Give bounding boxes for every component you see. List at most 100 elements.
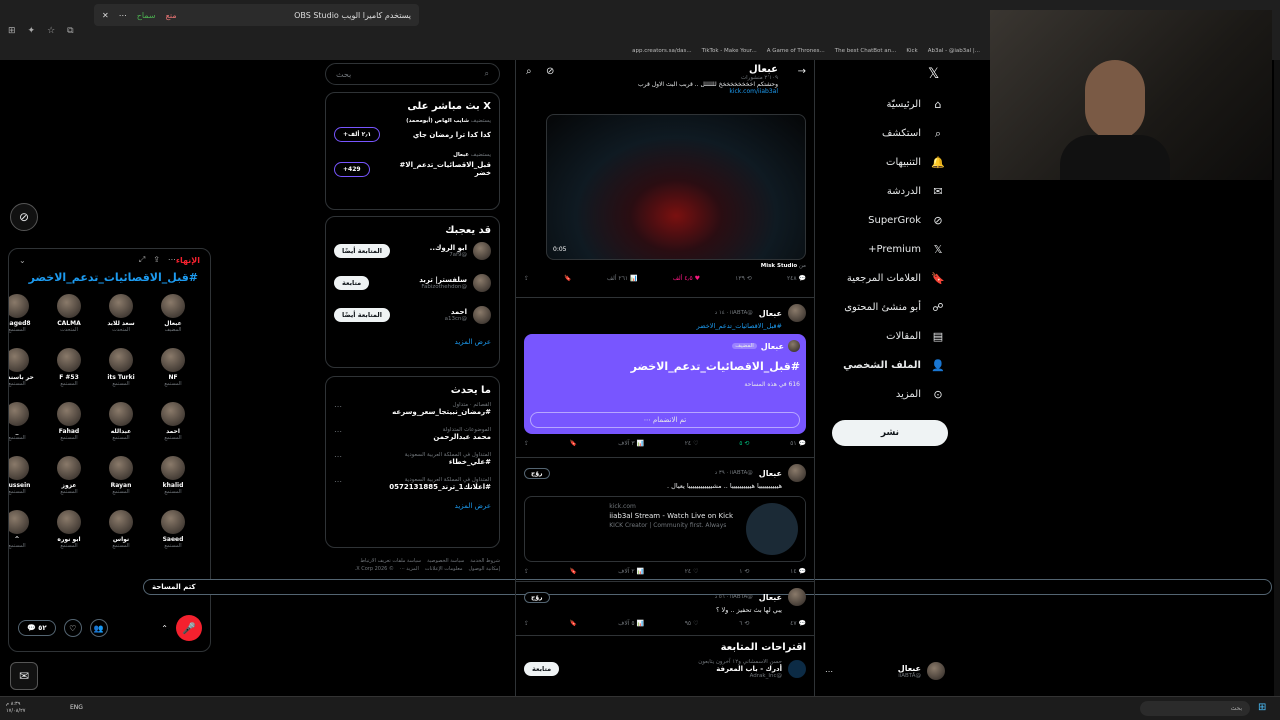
- hashtag-link[interactable]: #قبل_الاقصائيات_تدعم_الاخضر: [524, 322, 782, 330]
- bookmark[interactable]: A Game of Thrones...: [767, 48, 825, 54]
- live-item[interactable]: يستضيف عبعال قبل_الاقصائيات_تدعم_الا# خض…: [334, 152, 491, 177]
- grok-icon[interactable]: ⊘: [546, 66, 554, 77]
- nav-item[interactable]: ⌕ استكشف: [830, 119, 945, 148]
- like-button[interactable]: ♡ ٢٤: [685, 440, 699, 447]
- participant[interactable]: ابو نوره المستمع: [46, 510, 92, 560]
- participant[interactable]: Husseinالمستمع: [9, 456, 40, 506]
- scrollbar[interactable]: [1274, 60, 1280, 696]
- footer-link[interactable]: معلومات الإعلانات: [425, 566, 463, 572]
- more-icon[interactable]: ⋯: [334, 427, 342, 436]
- reply-button[interactable]: 💬 ٢٤٨: [787, 275, 806, 282]
- promote-button[interactable]: روّج: [524, 591, 550, 603]
- bookmark-icon[interactable]: 🔖: [570, 620, 577, 627]
- suggest-item[interactable]: حسن الاسمشاني و١٢ آخرون يتابعون أدرك - ب…: [524, 659, 806, 679]
- participant[interactable]: khalid المستمع: [150, 456, 196, 506]
- bookmark[interactable]: Ab3al - @iab3al |...: [928, 48, 980, 54]
- suggested-user[interactable]: ابو الروك.. @7af9 المتابعة أيضًا: [334, 242, 491, 260]
- comments-button[interactable]: 💬 ٥٢: [18, 620, 56, 636]
- tweet[interactable]: عبعال @iiABTA · ٣٩ د روّج هييييييييييا ه…: [516, 458, 814, 582]
- close-icon[interactable]: ✕: [102, 11, 109, 20]
- participant[interactable]: نواس المستمع: [98, 510, 144, 560]
- trend-item[interactable]: الموضوعات المتداولة محمد عبدالرحمن ⋯: [334, 427, 491, 441]
- reply-button[interactable]: 💬 ٤٧: [790, 620, 806, 627]
- post-button[interactable]: نشر: [832, 420, 948, 446]
- participant[interactable]: Rayan المستمع: [98, 456, 144, 506]
- share-icon[interactable]: ⇪: [524, 275, 529, 282]
- nav-item[interactable]: ⌂ الرئيسيّة: [830, 90, 945, 119]
- back-arrow-icon[interactable]: →: [798, 66, 806, 77]
- trend-item[interactable]: المتداول في المملكة العربية السعودية #اعل…: [334, 477, 491, 491]
- nav-item[interactable]: ▤ المقالات: [830, 322, 945, 351]
- more-icon[interactable]: ⋯: [334, 477, 342, 486]
- footer-link[interactable]: المزيد ···: [400, 566, 419, 572]
- participant[interactable]: Fahad المستمع: [46, 402, 92, 452]
- tweet-link[interactable]: kick.com/iiab3al: [526, 88, 778, 95]
- nav-item[interactable]: ☍ أبو منشئ المحتوى: [830, 293, 945, 322]
- participant[interactable]: حر باسندوةالمستمع: [9, 348, 40, 398]
- avatar[interactable]: [788, 588, 806, 606]
- block-button[interactable]: منع: [166, 11, 177, 20]
- nav-item[interactable]: 𝕏 Premium+: [830, 235, 945, 264]
- like-button[interactable]: ♡ ٩٥: [685, 620, 699, 627]
- reply-button[interactable]: 💬 ٥١: [790, 440, 806, 447]
- bookmark-icon[interactable]: 🔖: [564, 275, 571, 282]
- more-icon[interactable]: ⋯: [119, 11, 127, 20]
- joined-button[interactable]: تم الانضمام ⋯: [530, 412, 800, 428]
- collapse-icon[interactable]: ⌄: [19, 256, 26, 265]
- nav-item[interactable]: ✉ الدردشة: [830, 177, 945, 206]
- star-icon[interactable]: ☆: [47, 26, 55, 36]
- tweet[interactable]: عبعال @iiABTA · ١٤ د #قبل_الاقصائيات_تدع…: [516, 298, 814, 458]
- nav-item[interactable]: ⊘ SuperGrok: [830, 206, 945, 235]
- retweet-button[interactable]: ⟲ ١: [739, 568, 749, 575]
- participant[interactable]: احمد المستمع: [150, 402, 196, 452]
- participant[interactable]: ^ المستمع: [9, 510, 40, 560]
- tweet[interactable]: عبعال @iiABTA · ٥٦ د روّج يبي لها بث تحف…: [516, 582, 814, 636]
- participant[interactable]: CALMA المتحدث: [46, 294, 92, 344]
- windows-start-icon[interactable]: ⊞: [1258, 702, 1266, 713]
- participant[interactable]: its Turki المستمع: [98, 348, 144, 398]
- nav-item[interactable]: 👤 الملف الشخصي: [830, 351, 945, 380]
- participant[interactable]: Saeed المستمع: [150, 510, 196, 560]
- grok-button[interactable]: ⊘: [10, 203, 38, 231]
- language-indicator[interactable]: ENG: [70, 704, 83, 711]
- nav-item[interactable]: 🔔 التنبيهات: [830, 148, 945, 177]
- allow-button[interactable]: سماح: [137, 11, 156, 20]
- space-card[interactable]: عبعال المضيف #قبل_الاقصائيات_تدعم_الاخضر …: [524, 334, 806, 434]
- follow-button[interactable]: متابعة: [334, 276, 370, 290]
- show-more-link[interactable]: عرض المزيد: [334, 338, 491, 346]
- participant[interactable]: maged8المستمع: [9, 294, 40, 344]
- like-button[interactable]: ♥ ٤٫٥ ألف: [673, 275, 700, 282]
- retweet-button[interactable]: ⟲ ١٣٩: [735, 275, 752, 282]
- tweet-author[interactable]: عبعال: [759, 309, 782, 318]
- participant[interactable]: عبدالله المستمع: [98, 402, 144, 452]
- follow-button[interactable]: متابعة: [524, 662, 560, 676]
- views-button[interactable]: 📊 ٢ آلاف: [618, 568, 644, 575]
- bookmark[interactable]: The best ChatBot an...: [835, 48, 897, 54]
- follow-button[interactable]: المتابعة أيضًا: [334, 308, 390, 322]
- search-icon[interactable]: ⌕: [526, 66, 532, 77]
- more-icon[interactable]: ⋯: [168, 255, 176, 265]
- video-source[interactable]: Misk Studio: [761, 263, 797, 269]
- trend-item[interactable]: القصائم · متداول #رمضان_نبيتجا_سعر_وسرعه ⋯: [334, 402, 491, 416]
- views-button[interactable]: 📊 ٥ آلاف: [618, 620, 644, 627]
- footer-link[interactable]: سياسة ملفات تعريف الارتباط: [360, 558, 421, 564]
- more-icon[interactable]: ⋯: [334, 402, 342, 411]
- end-space-button[interactable]: الإنهاء: [176, 256, 200, 265]
- reply-button[interactable]: 💬 ١٤: [790, 568, 806, 575]
- profile-icon[interactable]: ✦: [28, 26, 36, 36]
- video-player[interactable]: 0:05: [546, 114, 806, 260]
- reaction-icon[interactable]: ♡: [63, 619, 82, 637]
- suggested-user[interactable]: احمد @a13cn المتابعة أيضًا: [334, 306, 491, 324]
- views-button[interactable]: 📊 ٢٦١ ألف: [607, 275, 638, 282]
- participant[interactable]: F #53 المستمع: [46, 348, 92, 398]
- link-card[interactable]: kick.com iiab3al Stream - Watch Live on …: [524, 496, 806, 562]
- nav-item[interactable]: ⊙ المزيد: [830, 380, 945, 409]
- participant[interactable]: سعد للابد المتحدث: [98, 294, 144, 344]
- footer-link[interactable]: إمكانية الوصول: [469, 566, 500, 572]
- suggested-user[interactable]: سلفستر| تربد @Fabizothehdon متابعة: [334, 274, 491, 292]
- bookmark-icon[interactable]: 🔖: [570, 440, 577, 447]
- nav-item[interactable]: 🔖 العلامات المرجعية: [830, 264, 945, 293]
- search-input[interactable]: بحث ⌕: [325, 63, 500, 85]
- bookmark-icon[interactable]: 🔖: [570, 568, 577, 575]
- participant[interactable]: عزوز المستمع: [46, 456, 92, 506]
